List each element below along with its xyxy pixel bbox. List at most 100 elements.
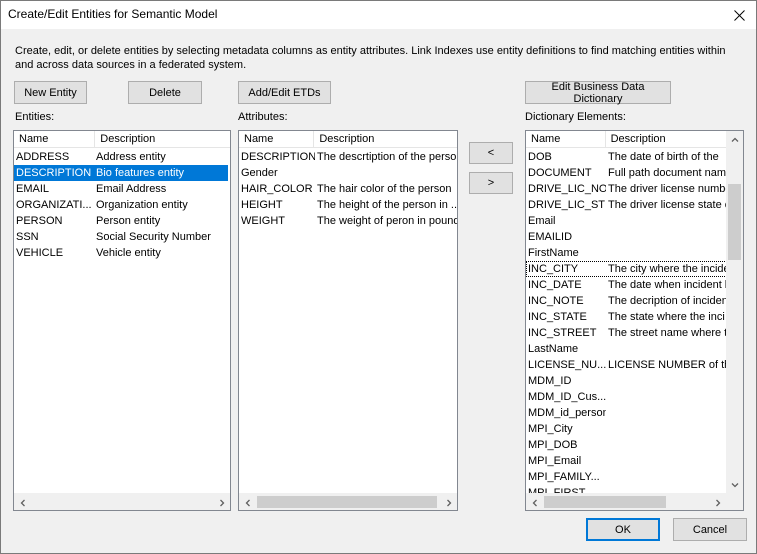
add-edit-etds-button[interactable]: Add/Edit ETDs xyxy=(238,81,331,104)
column-header-name[interactable]: Name xyxy=(239,131,315,148)
item-name: LastName xyxy=(528,343,579,355)
item-name: DOCUMENT xyxy=(528,167,592,179)
list-item[interactable]: INC_STREET The street name where t xyxy=(526,325,727,341)
list-item[interactable]: EMAIL Email Address xyxy=(14,181,228,197)
item-name: DESCRIPTION xyxy=(16,167,92,179)
item-description: LICENSE NUMBER of the xyxy=(608,359,727,371)
item-name: DESCRIPTION xyxy=(241,151,315,163)
entities-list-body: ADDRESS Address entity DESCRIPTION Bio feat… xyxy=(14,149,228,261)
list-item[interactable]: HAIR_COLOR The hair color of the person xyxy=(239,181,457,197)
list-item[interactable]: INC_NOTE The decription of inciden xyxy=(526,293,727,309)
list-item[interactable]: MDM_id_person xyxy=(526,405,727,421)
item-description: Bio features entity xyxy=(96,167,185,179)
item-name: ADDRESS xyxy=(16,151,70,163)
chevron-right-icon xyxy=(715,499,720,506)
new-entity-button[interactable]: New Entity xyxy=(14,81,87,104)
list-item[interactable]: DRIVE_LIC_ST The driver license state c xyxy=(526,197,727,213)
item-description xyxy=(606,213,727,229)
item-name: MPI_City xyxy=(528,423,573,435)
list-item[interactable]: VEHICLE Vehicle entity xyxy=(14,245,228,261)
item-description: Full path document name xyxy=(608,167,727,179)
scroll-up-arrow[interactable] xyxy=(726,131,743,148)
dictionary-elements-list[interactable]: Name Description DOB The date of birth of… xyxy=(525,130,744,511)
list-item[interactable]: MDM_ID xyxy=(526,373,727,389)
column-header-description[interactable]: Description xyxy=(606,131,726,148)
list-item[interactable]: MDM_ID_Cus... xyxy=(526,389,727,405)
item-name: INC_STREET xyxy=(528,327,597,339)
list-item[interactable]: DOCUMENT Full path document name xyxy=(526,165,727,181)
list-item[interactable]: Gender xyxy=(239,165,457,181)
list-item[interactable]: DESCRIPTION The descrtiption of the perso xyxy=(239,149,457,165)
list-item[interactable]: MPI_FAMILY... xyxy=(526,469,727,485)
delete-button[interactable]: Delete xyxy=(128,81,202,104)
list-item[interactable]: HEIGHT The height of the person in ... xyxy=(239,197,457,213)
vertical-scroll-thumb[interactable] xyxy=(728,184,741,260)
dictionary-elements-label: Dictionary Elements: xyxy=(525,111,626,123)
item-description: Address entity xyxy=(96,151,166,163)
item-description: The city where the incide xyxy=(608,263,727,275)
dictionary-vertical-scrollbar[interactable] xyxy=(726,131,743,493)
item-description: Vehicle entity xyxy=(96,247,161,259)
chevron-left-icon xyxy=(532,499,537,506)
list-item[interactable]: INC_CITY The city where the incide xyxy=(526,261,727,277)
column-header-description[interactable]: Description xyxy=(314,131,457,148)
horizontal-scroll-thumb[interactable] xyxy=(257,496,437,508)
item-description: The state where the inci xyxy=(608,311,725,323)
scroll-right-arrow[interactable] xyxy=(440,494,457,510)
list-item[interactable]: LICENSE_NU... LICENSE NUMBER of the xyxy=(526,357,727,373)
item-description: The street name where t xyxy=(608,327,727,339)
move-left-button[interactable]: < xyxy=(469,142,513,164)
list-item[interactable]: EMAILID xyxy=(526,229,727,245)
list-item[interactable]: SSN Social Security Number xyxy=(14,229,228,245)
list-item[interactable]: INC_STATE The state where the inci xyxy=(526,309,727,325)
scroll-left-arrow[interactable] xyxy=(14,494,31,510)
column-header-description[interactable]: Description xyxy=(95,131,230,148)
item-description: Person entity xyxy=(96,215,161,227)
horizontal-scroll-thumb[interactable] xyxy=(544,496,666,508)
scroll-right-arrow[interactable] xyxy=(213,494,230,510)
item-name: INC_DATE xyxy=(528,279,582,291)
list-item[interactable]: MPI_DOB xyxy=(526,437,727,453)
list-item[interactable]: Email xyxy=(526,213,727,229)
list-item[interactable]: ORGANIZATI... Organization entity xyxy=(14,197,228,213)
entities-list[interactable]: Name Description ADDRESS Address entity DE… xyxy=(13,130,231,511)
entities-horizontal-scrollbar[interactable] xyxy=(14,493,230,510)
scroll-left-arrow[interactable] xyxy=(239,494,256,510)
ok-button[interactable]: OK xyxy=(586,518,660,541)
list-item[interactable]: DOB The date of birth of the xyxy=(526,149,727,165)
move-right-button[interactable]: > xyxy=(469,172,513,194)
item-name: MDM_ID_Cus... xyxy=(528,391,606,403)
list-item[interactable]: MPI_Email xyxy=(526,453,727,469)
item-name: SSN xyxy=(16,231,39,243)
item-description xyxy=(606,229,727,245)
list-item[interactable]: FirstName xyxy=(526,245,727,261)
attributes-horizontal-scrollbar[interactable] xyxy=(239,493,457,510)
edit-business-dictionary-button[interactable]: Edit Business Data Dictionary xyxy=(525,81,671,105)
item-description xyxy=(606,421,727,437)
item-description: The weight of peron in pound xyxy=(317,215,457,227)
item-description xyxy=(606,469,727,485)
column-header-name[interactable]: Name xyxy=(526,131,606,148)
list-item[interactable]: LastName xyxy=(526,341,727,357)
scroll-left-arrow[interactable] xyxy=(526,494,543,510)
item-name: MDM_ID xyxy=(528,375,572,387)
list-item[interactable]: INC_DATE The date when incident h xyxy=(526,277,727,293)
item-name: Gender xyxy=(241,167,278,179)
cancel-button[interactable]: Cancel xyxy=(673,518,747,541)
scroll-right-arrow[interactable] xyxy=(709,494,726,510)
scroll-down-arrow[interactable] xyxy=(726,476,743,493)
chevron-down-icon xyxy=(731,482,738,487)
list-item[interactable]: DRIVE_LIC_NO The driver license numbe xyxy=(526,181,727,197)
list-item[interactable]: DESCRIPTION Bio features entity xyxy=(14,165,228,181)
list-item[interactable]: WEIGHT The weight of peron in pound xyxy=(239,213,457,229)
column-header-name[interactable]: Name xyxy=(14,131,96,148)
dictionary-horizontal-scrollbar[interactable] xyxy=(526,493,726,510)
close-button[interactable] xyxy=(722,1,756,29)
chevron-right-icon xyxy=(219,499,224,506)
chevron-up-icon xyxy=(731,137,738,142)
list-item[interactable]: PERSON Person entity xyxy=(14,213,228,229)
list-item[interactable]: ADDRESS Address entity xyxy=(14,149,228,165)
list-item[interactable]: MPI_City xyxy=(526,421,727,437)
item-description xyxy=(606,437,727,453)
attributes-list[interactable]: Name Description DESCRIPTION The descrtip… xyxy=(238,130,458,511)
